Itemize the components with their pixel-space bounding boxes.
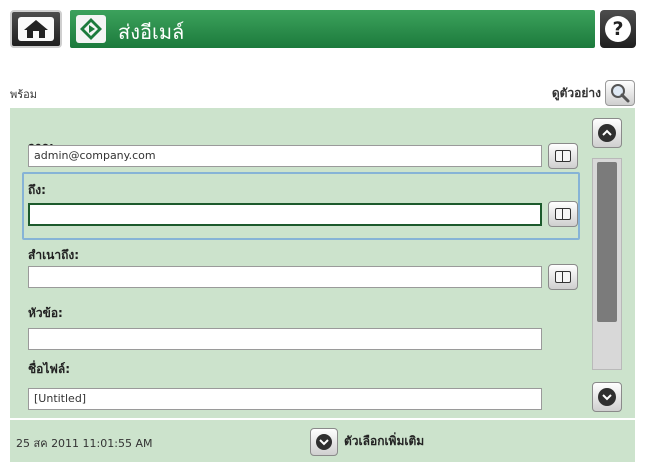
chevron-down-icon [598, 388, 616, 406]
status-text: พร้อม [10, 88, 38, 101]
address-book-icon [555, 271, 571, 283]
preview-button[interactable] [605, 80, 635, 106]
cc-field[interactable] [28, 266, 542, 288]
subject-label: หัวข้อ: [28, 306, 63, 320]
magnifier-icon [611, 84, 630, 103]
scroll-up-button[interactable] [592, 118, 622, 148]
scrollbar-thumb[interactable] [597, 162, 617, 322]
help-button[interactable]: ? [600, 10, 636, 48]
address-book-icon [555, 208, 571, 220]
cc-label: สำเนาถึง: [28, 248, 80, 262]
title-bar: ส่งอีเมล์ [70, 10, 595, 48]
from-field[interactable]: admin@company.com [28, 145, 542, 167]
address-book-icon [555, 150, 571, 162]
help-icon: ? [605, 16, 631, 42]
scroll-down-button[interactable] [592, 382, 622, 412]
chevron-down-icon [316, 434, 332, 450]
to-field[interactable] [28, 203, 542, 226]
diamond-send-icon [76, 15, 106, 43]
scrollbar-track[interactable] [592, 158, 622, 370]
footer-bar: 25 สค 2011 11:01:55 AM ตัวเลือกเพิ่มเติม [10, 420, 635, 462]
datetime-text: 25 สค 2011 11:01:55 AM [16, 437, 153, 450]
cc-address-book-button[interactable] [548, 264, 578, 290]
status-bar: พร้อม ดูตัวอย่าง [10, 80, 635, 106]
filename-label: ชื่อไฟล์: [28, 362, 71, 376]
subject-field[interactable] [28, 328, 542, 350]
more-options-label[interactable]: ตัวเลือกเพิ่มเติม [344, 432, 424, 451]
more-options-button[interactable] [310, 428, 338, 456]
filename-field[interactable]: [Untitled] [28, 388, 542, 410]
to-label: ถึง: [28, 183, 46, 197]
page-title: ส่งอีเมล์ [118, 20, 185, 44]
email-form-panel: จาก: admin@company.com ถึง: สำเนาถึง: หั… [10, 108, 635, 418]
from-address-book-button[interactable] [548, 143, 578, 169]
home-icon [18, 17, 54, 41]
chevron-up-icon [598, 124, 616, 142]
header-bar: ส่งอีเมล์ ? [10, 10, 636, 50]
preview-label: ดูตัวอย่าง [551, 86, 601, 100]
home-button[interactable] [10, 10, 62, 48]
to-address-book-button[interactable] [548, 201, 578, 227]
